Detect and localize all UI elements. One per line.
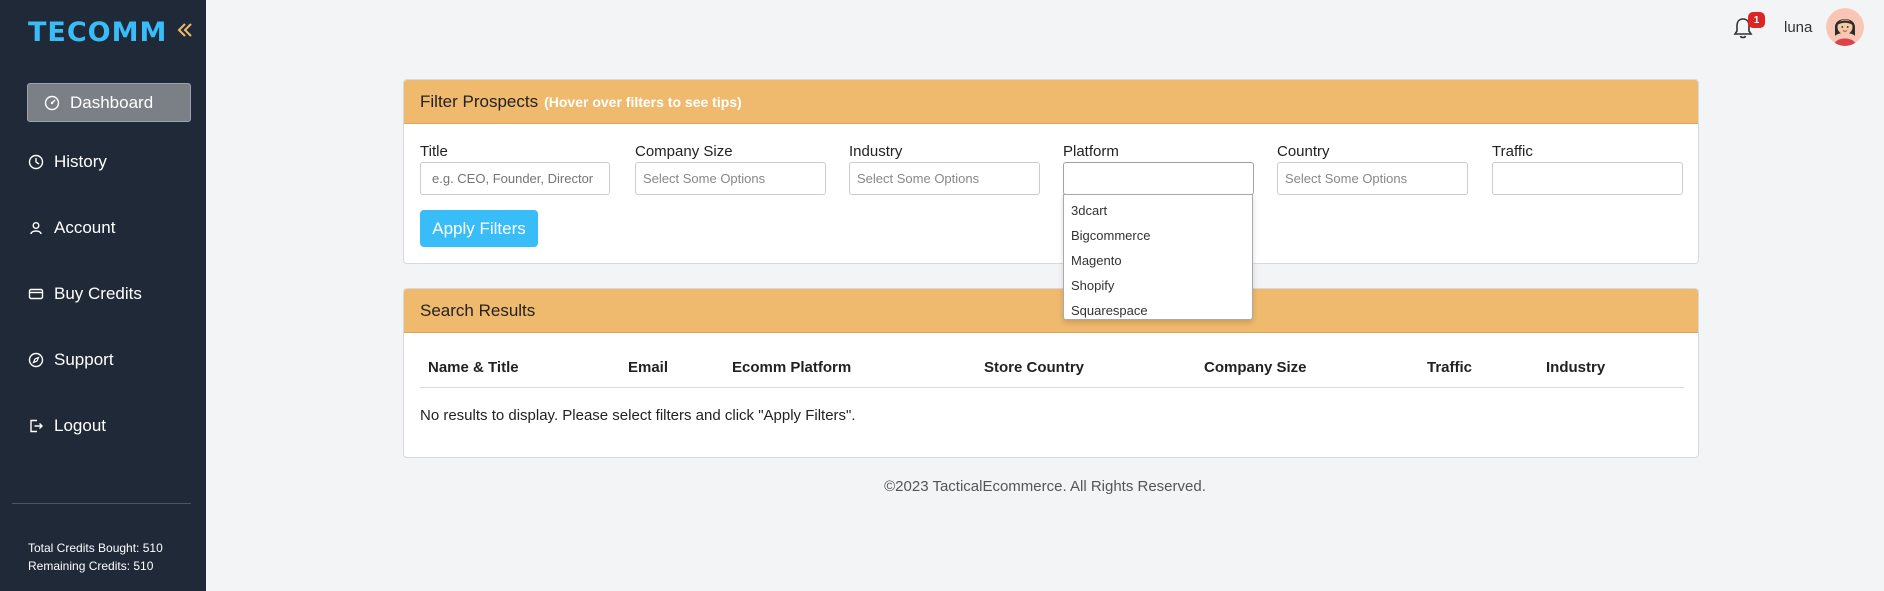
remaining-credits: Remaining Credits: 510	[28, 559, 154, 573]
apply-filters-button[interactable]: Apply Filters	[420, 210, 538, 247]
platform-option[interactable]: 3dcart	[1064, 198, 1252, 223]
sidebar-item-dashboard[interactable]: Dashboard	[27, 83, 191, 122]
column-header-store-country[interactable]: Store Country	[984, 359, 1084, 376]
footer-copyright: ©2023 TacticalEcommerce. All Rights Rese…	[884, 478, 1206, 495]
platform-option[interactable]: Magento	[1064, 248, 1252, 273]
filter-card-title: Filter Prospects	[420, 91, 539, 111]
sidebar-item-buy-credits[interactable]: Buy Credits	[28, 281, 142, 307]
results-card-header: Search Results	[404, 289, 1698, 333]
country-filter-label: Country	[1277, 143, 1330, 160]
column-header-traffic[interactable]: Traffic	[1427, 359, 1472, 376]
column-header-email[interactable]: Email	[628, 359, 668, 376]
company-size-select[interactable]: Select Some Options	[635, 162, 826, 195]
sidebar-item-account[interactable]: Account	[28, 215, 115, 241]
table-header-rule	[420, 387, 1684, 388]
sidebar-item-label: Dashboard	[70, 92, 154, 112]
avatar[interactable]	[1826, 8, 1864, 46]
traffic-filter-label: Traffic	[1492, 143, 1533, 160]
clock-icon	[28, 154, 44, 170]
dashboard-gauge-icon	[44, 95, 60, 110]
country-select[interactable]: Select Some Options	[1277, 162, 1468, 195]
sidebar-item-label: Logout	[54, 416, 106, 435]
user-icon	[30, 222, 42, 235]
filter-card-header: Filter Prospects (Hover over filters to …	[404, 80, 1698, 124]
logout-icon	[30, 419, 43, 433]
industry-select[interactable]: Select Some Options	[849, 162, 1040, 195]
platform-option[interactable]: Shopify	[1064, 273, 1252, 298]
username[interactable]: luna	[1784, 19, 1812, 36]
sidebar-item-label: Account	[54, 218, 116, 237]
logo[interactable]: TECOMM	[28, 16, 167, 48]
platform-select[interactable]	[1063, 162, 1254, 195]
company-size-filter-label: Company Size	[635, 143, 733, 160]
column-header-name-title[interactable]: Name & Title	[428, 359, 519, 376]
title-filter-label: Title	[420, 143, 448, 160]
column-header-industry[interactable]: Industry	[1546, 359, 1605, 376]
search-results-card: Search Results Name & Title Email Ecomm …	[403, 288, 1699, 458]
empty-results-message: No results to display. Please select fil…	[420, 407, 856, 424]
sidebar-item-support[interactable]: Support	[28, 347, 114, 373]
total-credits: Total Credits Bought: 510	[28, 541, 163, 555]
avatar-image	[1826, 8, 1864, 46]
column-header-company-size[interactable]: Company Size	[1204, 359, 1307, 376]
sidebar-divider	[12, 503, 191, 504]
platform-option[interactable]: Bigcommerce	[1064, 223, 1252, 248]
platform-dropdown-menu: 3dcart Bigcommerce Magento Shopify Squar…	[1063, 194, 1253, 320]
sidebar-item-label: History	[54, 152, 107, 171]
industry-filter-label: Industry	[849, 143, 903, 160]
results-card-title: Search Results	[420, 300, 536, 320]
sidebar-item-label: Buy Credits	[54, 284, 142, 303]
sidebar: TECOMM Dashboard History Account Buy Cre…	[0, 0, 206, 591]
sidebar-item-logout[interactable]: Logout	[28, 413, 106, 439]
traffic-select[interactable]	[1492, 162, 1683, 195]
platform-filter-label: Platform	[1063, 143, 1119, 160]
filter-card-hint: (Hover over filters to see tips)	[544, 93, 742, 110]
collapse-sidebar-icon[interactable]	[176, 18, 194, 42]
column-header-ecomm-platform[interactable]: Ecomm Platform	[732, 359, 851, 376]
credit-card-icon	[28, 288, 44, 300]
platform-option[interactable]: Squarespace	[1064, 298, 1252, 323]
sidebar-item-label: Support	[54, 350, 114, 369]
compass-icon	[28, 352, 44, 368]
notification-badge: 1	[1748, 12, 1765, 28]
logo-text: TECOMM	[28, 16, 168, 48]
sidebar-item-history[interactable]: History	[28, 149, 107, 175]
filter-prospects-card: Filter Prospects (Hover over filters to …	[403, 79, 1699, 264]
title-filter-input[interactable]	[420, 162, 610, 195]
